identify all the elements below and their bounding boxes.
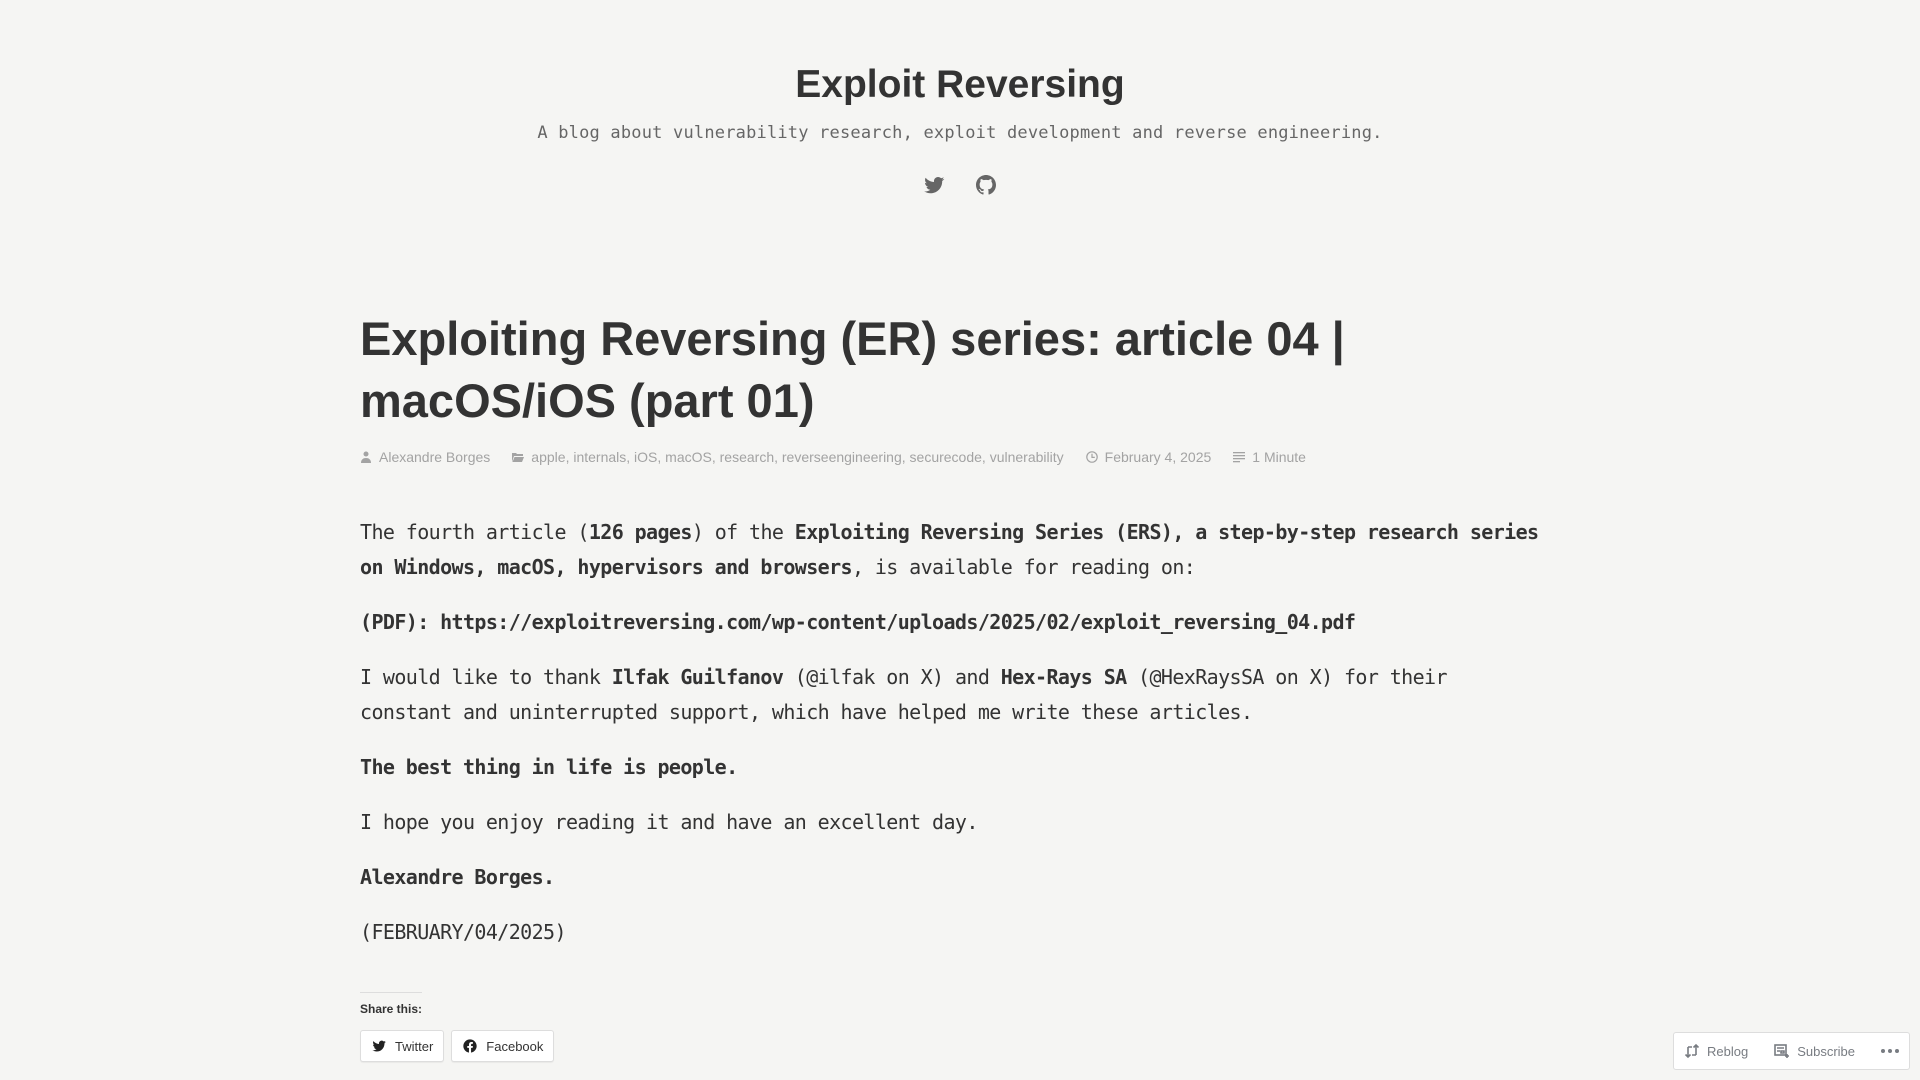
share-buttons: Twitter Facebook bbox=[360, 1030, 555, 1062]
paragraph-signature: Alexandre Borges. bbox=[360, 865, 555, 889]
reblog-icon bbox=[1684, 1043, 1700, 1059]
reading-time: 1 Minute bbox=[1233, 449, 1306, 465]
post-content: The fourth article (126 pages) of the Ex… bbox=[360, 515, 1540, 950]
category-separator: , bbox=[626, 449, 635, 465]
github-icon bbox=[976, 175, 996, 195]
category-link[interactable]: apple bbox=[531, 449, 565, 465]
category-link[interactable]: securecode bbox=[910, 449, 982, 465]
share-title: Share this: bbox=[360, 1002, 423, 1016]
twitter-icon bbox=[924, 177, 945, 194]
twitter-icon bbox=[372, 1040, 386, 1052]
category-link[interactable]: iOS bbox=[634, 449, 657, 465]
author-link[interactable]: Alexandre Borges bbox=[379, 449, 490, 465]
subscribe-icon bbox=[1774, 1044, 1790, 1058]
clock-icon bbox=[1085, 451, 1098, 463]
person-icon bbox=[361, 451, 371, 463]
date-link[interactable]: February 4, 2025 bbox=[1105, 449, 1212, 465]
paragraph-quote: The best thing in life is people. bbox=[360, 755, 738, 779]
share-divider bbox=[360, 992, 422, 993]
github-link[interactable] bbox=[974, 173, 998, 197]
share-facebook-button[interactable]: Facebook bbox=[451, 1030, 555, 1062]
category-separator: , bbox=[774, 449, 782, 465]
category-separator: , bbox=[657, 449, 666, 465]
page-count: 126 pages bbox=[588, 520, 693, 544]
site-header: Exploit Reversing A blog about vulnerabi… bbox=[0, 0, 1920, 197]
action-bar: Reblog Subscribe bbox=[1672, 1032, 1910, 1070]
share-section: Share this: Twitter Facebook bbox=[360, 992, 555, 1062]
folder-icon bbox=[512, 453, 525, 462]
category-separator: , bbox=[711, 449, 720, 465]
site-title[interactable]: Exploit Reversing bbox=[795, 60, 1124, 110]
twitter-link[interactable] bbox=[922, 173, 946, 197]
pdf-link[interactable]: (PDF): https://exploitreversing.com/wp-c… bbox=[360, 610, 1356, 634]
post-date: February 4, 2025 bbox=[1085, 449, 1212, 465]
post: Exploiting Reversing (ER) series: articl… bbox=[360, 308, 1560, 970]
post-title: Exploiting Reversing (ER) series: articl… bbox=[360, 312, 1345, 427]
category-link[interactable]: research bbox=[720, 449, 774, 465]
category-list: apple, internals, iOS, macOS, research, … bbox=[531, 449, 1063, 465]
paragraph-date: (FEBRUARY/04/2025) bbox=[360, 920, 567, 944]
share-twitter-button[interactable]: Twitter bbox=[360, 1030, 445, 1062]
paragraph-intro: The fourth article (126 pages) of the Ex… bbox=[360, 520, 1539, 579]
post-meta: Alexandre Borges apple, internals, iOS, … bbox=[360, 449, 1560, 465]
reading-time-label: 1 Minute bbox=[1252, 449, 1306, 465]
reblog-button[interactable]: Reblog bbox=[1684, 1043, 1748, 1059]
post-categories: apple, internals, iOS, macOS, research, … bbox=[512, 449, 1064, 465]
pdf-link-paragraph: (PDF): https://exploitreversing.com/wp-c… bbox=[360, 605, 1540, 640]
paragraph-closing: I hope you enjoy reading it and have an … bbox=[360, 810, 978, 834]
category-link[interactable]: vulnerability bbox=[990, 449, 1064, 465]
paragraph-thanks: I would like to thank Ilfak Guilfanov (@… bbox=[360, 665, 1448, 724]
post-author: Alexandre Borges bbox=[360, 449, 490, 465]
category-separator: , bbox=[901, 449, 910, 465]
category-separator: , bbox=[981, 449, 990, 465]
site-description: A blog about vulnerability research, exp… bbox=[537, 123, 1383, 143]
category-link[interactable]: macOS bbox=[665, 449, 712, 465]
subscribe-button[interactable]: Subscribe bbox=[1774, 1043, 1855, 1059]
text-lines-icon bbox=[1233, 452, 1246, 463]
facebook-icon bbox=[463, 1039, 477, 1053]
more-icon[interactable] bbox=[1881, 1049, 1899, 1053]
social-links bbox=[0, 173, 1920, 197]
category-link[interactable]: reverseengineering bbox=[782, 449, 902, 465]
category-link[interactable]: internals bbox=[573, 449, 626, 465]
